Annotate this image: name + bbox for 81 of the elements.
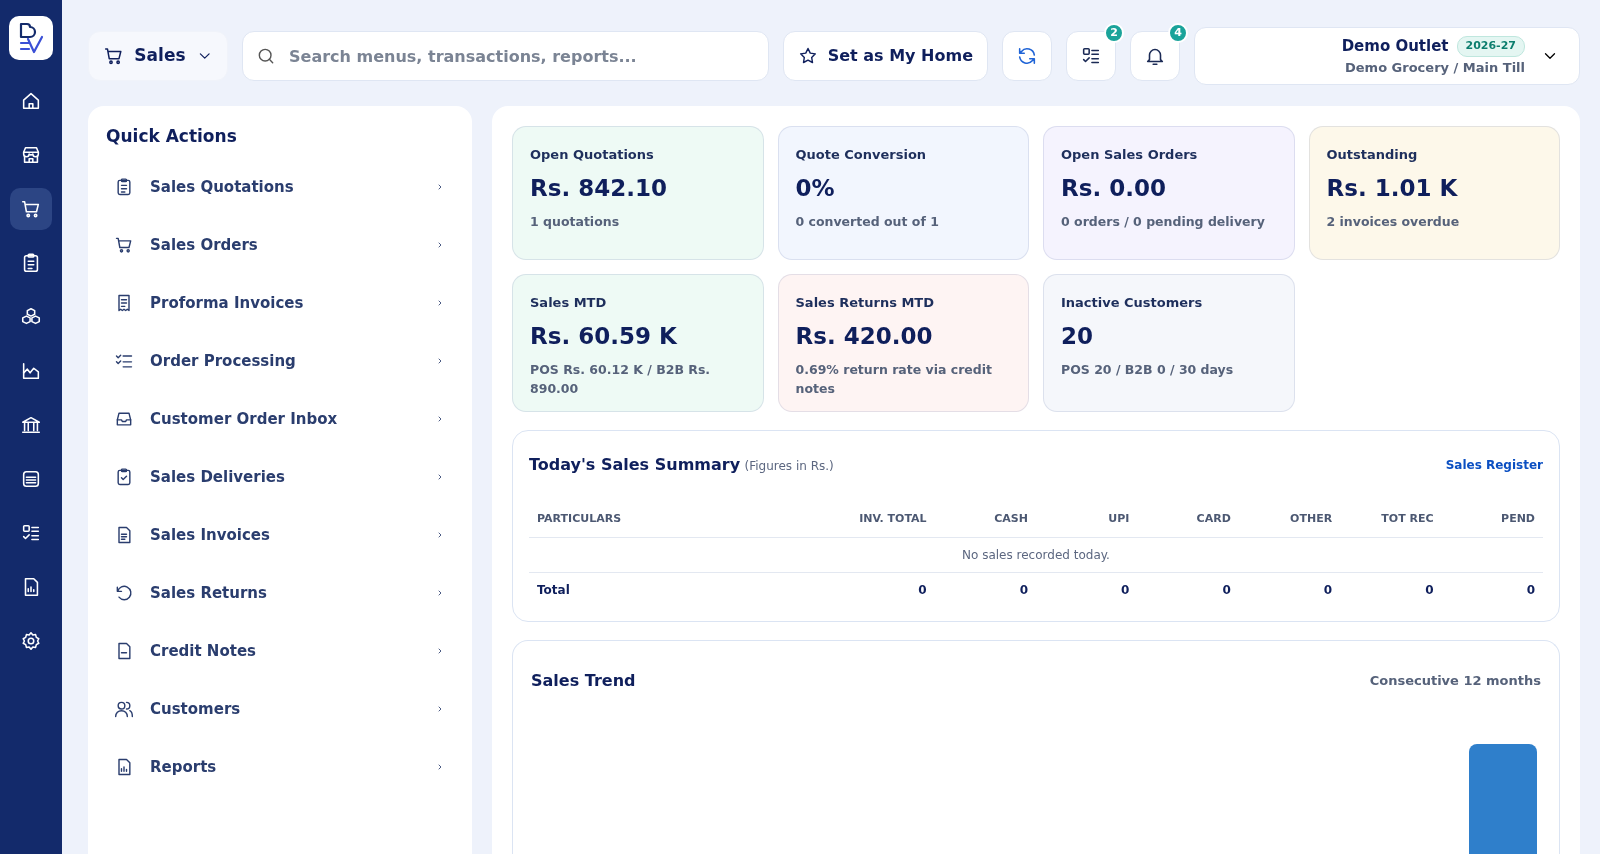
column-header: PARTICULARS: [529, 500, 834, 538]
quick-action-item[interactable]: Sales Invoices: [106, 506, 454, 565]
home-icon: [20, 90, 42, 112]
table-cell: 0: [934, 572, 1036, 607]
card-title: Sales Trend: [531, 670, 636, 692]
module-dropdown[interactable]: Sales: [88, 31, 228, 81]
kpi-title: Sales MTD: [530, 294, 608, 312]
empty-message: No sales recorded today.: [529, 537, 1543, 573]
kpi-value: Rs. 1.01 K: [1326, 173, 1459, 203]
cart-nav-button[interactable]: [10, 188, 52, 230]
kpi-note: 0.69% return rate via credit notes: [795, 361, 994, 398]
outlet-selector[interactable]: Demo Outlet 2026-27 Demo Grocery / Main Till: [1194, 27, 1580, 85]
table-cell: Total: [529, 572, 834, 607]
quick-action-item[interactable]: Reports: [106, 738, 454, 797]
table-cell: 0: [1340, 572, 1442, 607]
column-header: TOT REC: [1340, 500, 1442, 538]
bank-icon: [20, 414, 42, 436]
sales-register-link[interactable]: Sales Register: [1445, 455, 1543, 474]
kpi-title: Open Sales Orders: [1061, 146, 1199, 164]
column-header: INV. TOTAL: [833, 500, 935, 538]
cart-icon: [20, 198, 42, 220]
kpi-note: 1 quotations: [530, 213, 621, 231]
kpi-value: Rs. 0.00: [1061, 173, 1167, 203]
table-cell: 0: [1036, 572, 1138, 607]
quick-action-item[interactable]: Sales Returns: [106, 564, 454, 623]
kpi-note: POS Rs. 60.12 K / B2B Rs. 890.00: [530, 361, 712, 398]
gear-icon: [20, 630, 42, 652]
quick-action-item[interactable]: Proforma Invoices: [106, 274, 454, 333]
kpi-title: Quote Conversion: [795, 146, 928, 164]
card-subtitle: Consecutive 12 months: [1369, 672, 1541, 691]
kpi-title: Outstanding: [1326, 146, 1419, 164]
kpi-title: Inactive Customers: [1061, 294, 1204, 312]
column-header: UPI: [1036, 500, 1138, 538]
quick-action-item[interactable]: Sales Orders: [106, 216, 454, 275]
clipboard-icon: [114, 177, 134, 198]
logo-icon[interactable]: [9, 16, 53, 60]
refresh-button[interactable]: [1002, 31, 1052, 81]
quick-action-item[interactable]: Credit Notes: [106, 622, 454, 681]
kpi-note: 2 invoices overdue: [1326, 213, 1461, 231]
quick-action-item[interactable]: Customer Order Inbox: [106, 390, 454, 449]
warehouse-icon: [20, 468, 42, 490]
table-cell: 0: [1137, 572, 1239, 607]
card-title: Today's Sales Summary: [529, 454, 741, 474]
table-cell: 0: [833, 572, 935, 607]
quick-action-item[interactable]: Sales Deliveries: [106, 448, 454, 507]
kpi-value: 0%: [795, 173, 836, 203]
kpi-title: Open Quotations: [530, 146, 655, 164]
star-icon: [797, 46, 818, 66]
quick-action-item[interactable]: Sales Quotations: [106, 158, 454, 217]
column-header: OTHER: [1238, 500, 1341, 538]
column-header: CARD: [1137, 500, 1239, 538]
users-icon: [114, 699, 134, 720]
quick-action-item[interactable]: Customers: [106, 680, 454, 739]
kpi-note: 0 converted out of 1: [795, 213, 940, 231]
tasks-count-badge: 2: [1104, 23, 1124, 43]
search-field[interactable]: Search menus, transactions, reports...: [242, 31, 769, 81]
table-cell: 0: [1238, 572, 1341, 607]
outlet-subtitle: Demo Grocery / Main Till: [1345, 58, 1525, 77]
cart-icon: [114, 235, 134, 256]
kpi-value: 20: [1061, 321, 1094, 351]
column-header: PEND: [1441, 500, 1543, 538]
panel-title: Quick Actions: [106, 126, 238, 147]
kpi-note: 0 orders / 0 pending delivery: [1061, 213, 1266, 231]
card-subtitle: (Figures in Rs.): [744, 458, 834, 473]
kpi-value: Rs. 60.59 K: [530, 321, 678, 351]
kpi-note: POS 20 / B2B 0 / 30 days: [1061, 361, 1235, 379]
clipboard-check-icon: [114, 467, 134, 488]
column-header: CASH: [934, 500, 1036, 538]
search-icon: [256, 46, 276, 66]
outlet-name: Demo Outlet: [1341, 36, 1449, 57]
kpi-value: Rs. 842.10: [530, 173, 668, 203]
notifications-count-badge: 4: [1168, 23, 1188, 43]
set-home-button[interactable]: Set as My Home: [782, 31, 988, 81]
kpi-title: Sales Returns MTD: [795, 294, 935, 312]
year-tag: 2026-27: [1456, 36, 1525, 57]
refresh-icon: [1016, 45, 1038, 67]
quick-action-item[interactable]: Order Processing: [106, 332, 454, 391]
store-icon: [20, 144, 42, 166]
factory-chart-icon: [20, 360, 42, 382]
table-cell: 0: [1441, 572, 1543, 607]
kpi-value: Rs. 420.00: [795, 321, 934, 351]
